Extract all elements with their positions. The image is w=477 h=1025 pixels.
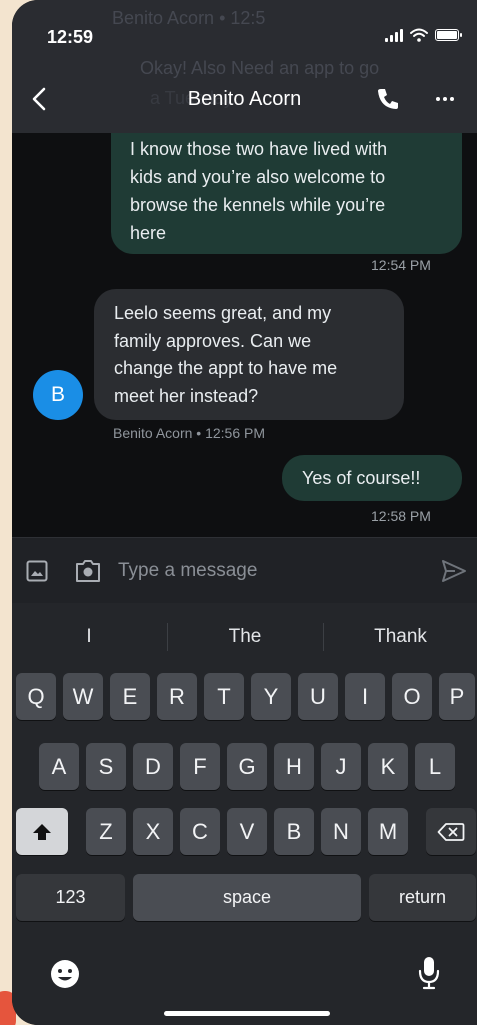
status-time: 12:59 [47,27,94,47]
message-timestamp: 12:58 PM [371,508,431,524]
key-t[interactable]: T [204,673,244,720]
send-icon[interactable] [440,558,468,584]
phone-screen: Benito Acorn • 12:5 Okay! Also Need an a… [12,0,477,1025]
outgoing-message[interactable]: Yes of course!! [282,455,462,501]
key-o[interactable]: O [392,673,432,720]
key-j[interactable]: J [321,743,361,790]
return-key[interactable]: return [369,874,476,921]
top-app-bar: Benito Acorn • 12:5 Okay! Also Need an a… [12,0,477,133]
ghost-text: Okay! Also Need an app to go [140,58,380,78]
more-icon[interactable] [433,86,457,112]
gallery-icon[interactable] [26,560,48,582]
backspace-icon [437,822,465,841]
wifi-icon [410,28,428,42]
space-key[interactable]: space [133,874,361,921]
suggestion-item[interactable]: I [12,619,166,655]
outgoing-message[interactable]: I know those two have lived with kids an… [111,133,462,254]
suggestion-bar: I The Thank [12,619,477,655]
phone-icon[interactable] [375,86,401,112]
key-s[interactable]: S [86,743,126,790]
key-z[interactable]: Z [86,808,126,855]
emoji-icon[interactable] [49,958,81,990]
message-line: here [130,223,167,243]
key-e[interactable]: E [110,673,150,720]
key-w[interactable]: W [63,673,103,720]
key-c[interactable]: C [180,808,220,855]
contact-name[interactable]: Benito Acorn [12,88,477,111]
shift-key[interactable] [16,808,68,855]
message-line: meet her instead? [114,385,259,406]
suggestion-item[interactable]: Thank [324,619,477,655]
incoming-message[interactable]: Leelo seems great, and my family approve… [94,289,404,420]
message-line: Yes of course!! [302,468,421,488]
status-icons [385,28,462,42]
key-x[interactable]: X [133,808,173,855]
message-input[interactable] [118,552,418,590]
message-line: change the appt to have me [114,358,338,378]
suggestion-item[interactable]: The [168,619,322,655]
home-indicator[interactable] [164,1011,330,1016]
battery-icon [435,29,462,41]
key-n[interactable]: N [321,808,361,855]
message-line: family approves. Can we [114,330,312,351]
ghost-text: Benito Acorn • 12:5 [112,8,266,28]
backspace-key[interactable] [426,808,476,855]
key-d[interactable]: D [133,743,173,790]
key-k[interactable]: K [368,743,408,790]
signal-icon [385,28,403,42]
key-i[interactable]: I [345,673,385,720]
sender-meta: Benito Acorn • 12:56 PM [113,425,265,441]
keyboard: I The Thank Q W E R T Y U I O P A S D F … [12,603,477,1025]
key-u[interactable]: U [298,673,338,720]
conversation: I know those two have lived with kids an… [12,133,477,537]
message-line: kids and you’re also welcome to [130,167,386,187]
key-v[interactable]: V [227,808,267,855]
message-timestamp: 12:54 PM [371,257,431,273]
key-y[interactable]: Y [251,673,291,720]
key-q[interactable]: Q [16,673,56,720]
numbers-key[interactable]: 123 [16,874,125,921]
key-g[interactable]: G [227,743,267,790]
shift-icon [33,823,51,840]
key-a[interactable]: A [39,743,79,790]
key-f[interactable]: F [180,743,220,790]
key-r[interactable]: R [157,673,197,720]
camera-icon[interactable] [74,558,102,584]
avatar[interactable]: B [33,370,83,420]
key-p[interactable]: P [439,673,475,720]
message-line: browse the kennels while you’re [130,195,386,215]
key-m[interactable]: M [368,808,408,855]
message-composer [12,537,477,603]
key-b[interactable]: B [274,808,314,855]
message-line: Leelo seems great, and my [114,303,332,323]
key-l[interactable]: L [415,743,455,790]
microphone-icon[interactable] [417,955,441,991]
key-h[interactable]: H [274,743,314,790]
message-line: I know those two have lived with [130,139,388,159]
